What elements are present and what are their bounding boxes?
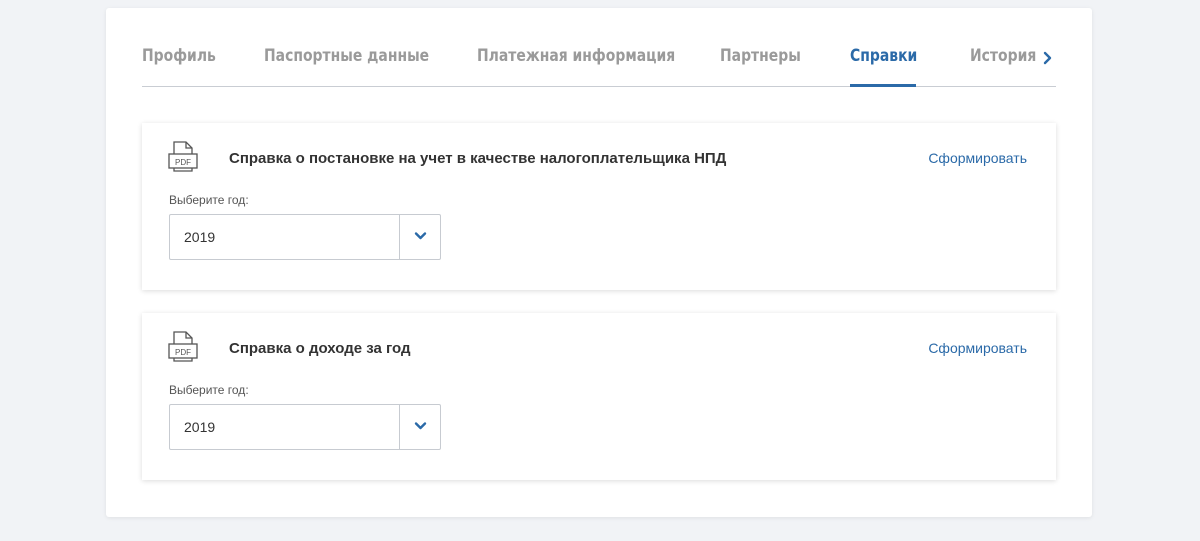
year-select[interactable]: 2019 [169,214,441,260]
year-select-value: 2019 [184,229,216,245]
card-title: Справка о постановке на учет в качестве … [229,150,727,167]
tab-passport[interactable]: Паспортные данные [264,46,429,66]
year-label: Выберите год: [169,383,249,397]
card-title: Справка о доходе за год [229,340,411,357]
tab-bar: Профиль Паспортные данные Платежная инфо… [142,38,1056,87]
active-tab-indicator [850,84,916,87]
certificate-card-income: PDF Справка о доходе за год Сформировать… [142,313,1056,480]
year-label: Выберите год: [169,193,249,207]
generate-link[interactable]: Сформировать [928,340,1027,356]
documents-panel: Профиль Паспортные данные Платежная инфо… [106,8,1092,517]
tab-payment-info[interactable]: Платежная информация [477,46,675,66]
pdf-file-icon: PDF [168,140,198,172]
tab-history[interactable]: История [970,46,1036,66]
tab-profile[interactable]: Профиль [142,46,216,66]
pdf-file-icon: PDF [168,330,198,362]
chevron-down-icon[interactable] [399,405,440,449]
generate-link[interactable]: Сформировать [928,150,1027,166]
year-select[interactable]: 2019 [169,404,441,450]
chevron-right-icon[interactable] [1040,48,1056,68]
certificate-card-registration: PDF Справка о постановке на учет в качес… [142,123,1056,290]
tab-partners[interactable]: Партнеры [720,46,801,66]
svg-text:PDF: PDF [175,158,191,167]
svg-text:PDF: PDF [175,348,191,357]
tab-certificates[interactable]: Справки [850,46,917,66]
chevron-down-icon[interactable] [399,215,440,259]
year-select-value: 2019 [184,419,216,435]
